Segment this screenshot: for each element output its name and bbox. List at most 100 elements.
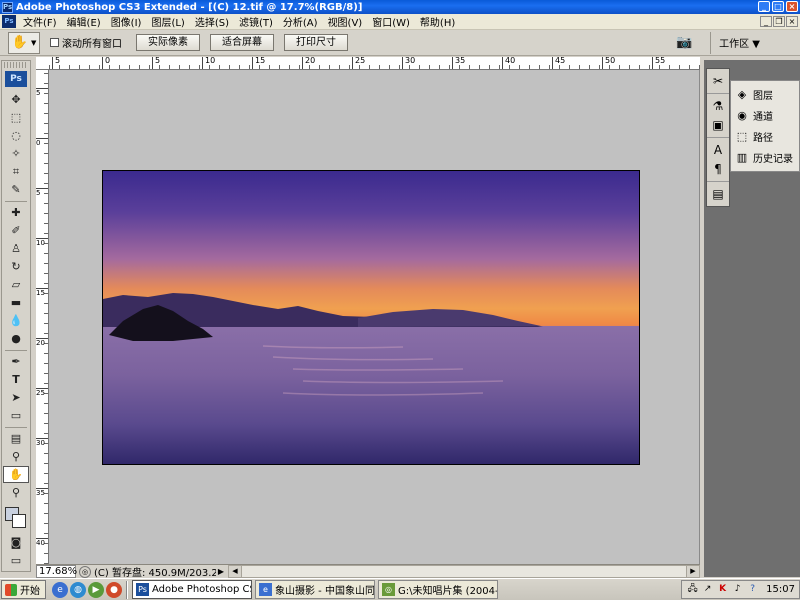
app-icon[interactable]: ● xyxy=(106,581,122,598)
status-icon[interactable]: ◎ xyxy=(79,565,91,578)
panel-item-paths[interactable]: ⬚ 路径 xyxy=(731,126,799,147)
task-browser[interactable]: e 象山摄影 - 中国象山同... xyxy=(255,580,375,599)
menu-layer[interactable]: 图层(L) xyxy=(146,14,189,29)
checkbox-box[interactable] xyxy=(50,38,59,47)
ruler-label: 40 xyxy=(502,57,515,69)
slice-icon[interactable]: ✎ xyxy=(3,181,29,198)
paragraph-icon[interactable]: ¶ xyxy=(708,160,728,178)
doc-restore-button[interactable]: ❐ xyxy=(773,16,785,27)
menu-image[interactable]: 图像(I) xyxy=(106,14,147,29)
menu-window[interactable]: 窗口(W) xyxy=(367,14,415,29)
volume-icon[interactable]: ♪ xyxy=(731,583,744,596)
workspace-menu[interactable]: 工作区 ▼ xyxy=(719,35,760,50)
ruler-label: 10 xyxy=(36,238,48,247)
healing-icon[interactable]: ✚ xyxy=(3,204,29,221)
help-icon[interactable]: ? xyxy=(746,583,759,596)
type-icon[interactable]: T xyxy=(3,371,29,388)
background-color-swatch[interactable] xyxy=(12,514,26,528)
brushes-icon[interactable]: ⚗ xyxy=(708,97,728,115)
actual-pixels-button[interactable]: 实际像素 xyxy=(136,34,200,51)
network-icon[interactable]: 🖧 xyxy=(686,583,699,596)
zoom-level-field[interactable]: 17.68% xyxy=(36,565,77,578)
zoom-icon[interactable]: ⚲ xyxy=(3,484,29,501)
vertical-ruler[interactable]: 5 0 5 10 15 20 25 30 35 40 xyxy=(36,70,49,564)
character-icon[interactable]: A xyxy=(708,141,728,159)
close-button[interactable]: × xyxy=(786,1,798,12)
channels-icon: ◉ xyxy=(737,108,747,122)
bridge-icon[interactable]: 📷 xyxy=(674,35,694,51)
brush-icon[interactable]: ✐ xyxy=(3,222,29,239)
scroll-all-windows-checkbox[interactable]: 滚动所有窗口 xyxy=(50,35,122,50)
landscape-silhouette xyxy=(103,293,639,464)
ruler-label: 0 xyxy=(36,138,48,147)
menu-view[interactable]: 视图(V) xyxy=(323,14,368,29)
media-icon[interactable]: ▶ xyxy=(88,581,104,598)
ruler-label: 25 xyxy=(352,57,365,69)
horizontal-ruler[interactable]: 5 0 5 10 15 20 25 30 35 40 45 50 55 xyxy=(36,57,700,70)
blur-icon[interactable]: 💧 xyxy=(3,312,29,329)
eraser-icon[interactable]: ▱ xyxy=(3,276,29,293)
photoshop-logo: Ps xyxy=(5,71,27,87)
screen-mode-icon[interactable]: ▭ xyxy=(3,552,29,569)
start-button[interactable]: 开始 xyxy=(1,580,46,599)
history-brush-icon[interactable]: ↻ xyxy=(3,258,29,275)
ruler-label: 30 xyxy=(402,57,415,69)
quick-mask-icon[interactable]: ◙ xyxy=(3,534,29,551)
title-bar: Ps Adobe Photoshop CS3 Extended - [(C) 1… xyxy=(0,0,800,14)
hand-icon: ✋ xyxy=(11,35,29,50)
horizontal-scrollbar[interactable]: ◀ ▶ xyxy=(228,565,700,578)
gradient-icon[interactable]: ▬ xyxy=(3,294,29,311)
menu-help[interactable]: 帮助(H) xyxy=(415,14,460,29)
pen-icon[interactable]: ✒ xyxy=(3,353,29,370)
minimize-button[interactable]: _ xyxy=(758,1,770,12)
layer-comps-icon[interactable]: ▤ xyxy=(708,185,728,203)
panel-item-label: 路径 xyxy=(753,133,773,144)
clone-source-icon[interactable]: ▣ xyxy=(708,116,728,134)
scroll-left-icon[interactable]: ◀ xyxy=(229,566,242,577)
doc-minimize-button[interactable]: _ xyxy=(760,16,772,27)
taskbar: 开始 e ◍ ▶ ● Ps Adobe Photoshop CS3 E... e… xyxy=(0,578,800,600)
ruler-label: 10 xyxy=(202,57,215,69)
dodge-icon[interactable]: ● xyxy=(3,330,29,347)
document-icon[interactable]: Ps xyxy=(2,15,16,28)
menu-select[interactable]: 选择(S) xyxy=(190,14,234,29)
panel-item-layers[interactable]: ◈ 图层 xyxy=(731,84,799,105)
document-window[interactable]: 5 0 5 10 15 20 25 30 35 40 45 50 55 5 0 … xyxy=(36,57,700,564)
menu-analysis[interactable]: 分析(A) xyxy=(278,14,323,29)
marquee-icon[interactable]: ⬚ xyxy=(3,109,29,126)
task-photoshop[interactable]: Ps Adobe Photoshop CS3 E... xyxy=(132,580,252,599)
divider xyxy=(5,427,27,428)
browser-icon[interactable]: ◍ xyxy=(70,581,86,598)
clone-stamp-icon[interactable]: ♙ xyxy=(3,240,29,257)
path-select-icon[interactable]: ➤ xyxy=(3,389,29,406)
menu-file[interactable]: 文件(F) xyxy=(18,14,62,29)
chevron-down-icon: ▼ xyxy=(31,38,37,47)
antivirus-icon[interactable]: K xyxy=(716,583,729,596)
task-folder[interactable]: ◎ G:\未知唱片集 (2004-3-... xyxy=(378,580,498,599)
move-icon[interactable]: ✥ xyxy=(3,91,29,108)
status-menu-arrow[interactable]: ▶ xyxy=(216,567,226,576)
eyedropper-icon[interactable]: ⚲ xyxy=(3,448,29,465)
ie-icon[interactable]: e xyxy=(52,581,68,598)
panel-item-history[interactable]: ▥ 历史记录 xyxy=(731,147,799,168)
menu-edit[interactable]: 编辑(E) xyxy=(62,14,106,29)
panel-item-channels[interactable]: ◉ 通道 xyxy=(731,105,799,126)
lasso-icon[interactable]: ◌ xyxy=(3,127,29,144)
hand-icon[interactable]: ✋ xyxy=(3,466,29,483)
paths-icon: ⬚ xyxy=(736,129,748,143)
arrow-icon[interactable]: ↗ xyxy=(701,583,714,596)
fit-screen-button[interactable]: 适合屏幕 xyxy=(210,34,274,51)
magic-wand-icon[interactable]: ✧ xyxy=(3,145,29,162)
scroll-right-icon[interactable]: ▶ xyxy=(686,566,699,577)
maximize-button[interactable]: □ xyxy=(772,1,784,12)
shape-icon[interactable]: ▭ xyxy=(3,407,29,424)
menu-filter[interactable]: 滤镜(T) xyxy=(234,14,278,29)
tools-preset-icon[interactable]: ✂ xyxy=(708,72,728,90)
doc-close-button[interactable]: × xyxy=(786,16,798,27)
print-size-button[interactable]: 打印尺寸 xyxy=(284,34,348,51)
panel-grip[interactable] xyxy=(4,62,28,68)
notes-icon[interactable]: ▤ xyxy=(3,430,29,447)
sunset-photo-canvas[interactable] xyxy=(102,170,640,465)
crop-icon[interactable]: ⌗ xyxy=(3,163,29,180)
tool-preset-picker[interactable]: ✋ ▼ xyxy=(8,31,40,54)
